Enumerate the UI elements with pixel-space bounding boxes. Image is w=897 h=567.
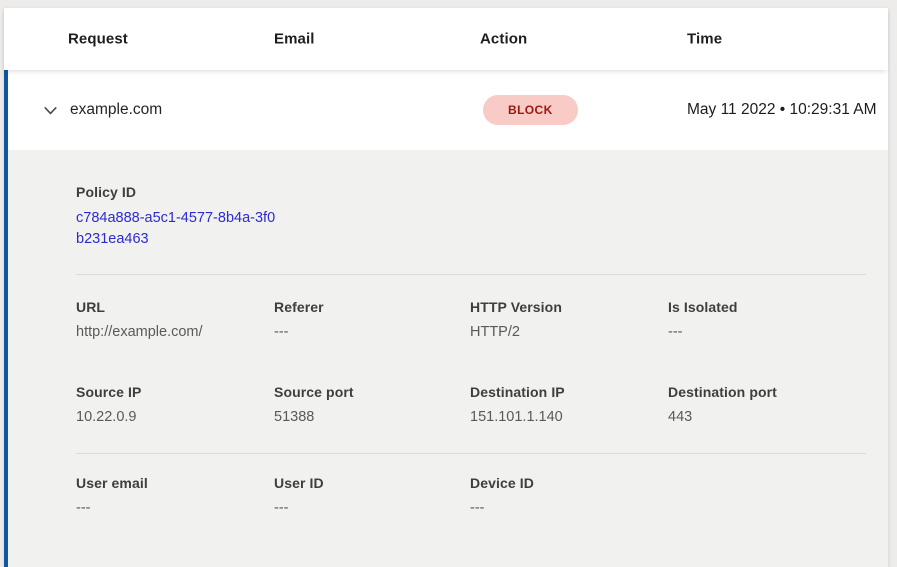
field-user-email-value: --- — [76, 500, 274, 516]
field-device-id: Device ID --- — [470, 475, 668, 516]
row-request-value: example.com — [70, 101, 162, 119]
policy-id-link[interactable]: c784a888-a5c1-4577-8b4a-3f0b231ea463 — [76, 208, 276, 250]
table-row[interactable]: example.com BLOCK May 11 2022 • 10:29:31… — [4, 70, 888, 150]
field-source-ip: Source IP 10.22.0.9 — [76, 384, 274, 425]
field-device-id-value: --- — [470, 500, 668, 516]
field-device-id-label: Device ID — [470, 475, 668, 491]
column-header-request: Request — [68, 31, 128, 48]
field-referer-label: Referer — [274, 299, 470, 315]
field-is-isolated-label: Is Isolated — [668, 299, 866, 315]
field-url: URL http://example.com/ — [76, 299, 274, 340]
row-details-panel: Policy ID c784a888-a5c1-4577-8b4a-3f0b23… — [4, 150, 888, 567]
field-user-email-label: User email — [76, 475, 274, 491]
field-url-value: http://example.com/ — [76, 324, 274, 340]
details-row-request-info: URL http://example.com/ Referer --- HTTP… — [76, 299, 866, 340]
field-http-version-value: HTTP/2 — [470, 324, 668, 340]
details-row-user-info: User email --- User ID --- Device ID --- — [76, 475, 866, 516]
row-time-value: May 11 2022 • 10:29:31 AM — [687, 98, 881, 122]
field-source-port-value: 51388 — [274, 409, 470, 425]
field-user-id-label: User ID — [274, 475, 470, 491]
section-divider — [76, 453, 866, 454]
details-row-network-info: Source IP 10.22.0.9 Source port 51388 De… — [76, 384, 866, 425]
gateway-activity-log-page: { "table": { "columns": [ { "label": "Re… — [0, 0, 897, 567]
field-is-isolated: Is Isolated --- — [668, 299, 866, 340]
field-destination-ip-label: Destination IP — [470, 384, 668, 400]
field-user-id: User ID --- — [274, 475, 470, 516]
field-source-port: Source port 51388 — [274, 384, 470, 425]
policy-id-label: Policy ID — [76, 184, 866, 200]
field-user-email: User email --- — [76, 475, 274, 516]
chevron-down-icon — [42, 102, 59, 119]
table-header: Request Email Action Time — [4, 8, 888, 70]
field-source-ip-value: 10.22.0.9 — [76, 409, 274, 425]
action-block-badge: BLOCK — [483, 95, 578, 125]
field-destination-port-value: 443 — [668, 409, 866, 425]
column-header-action: Action — [480, 31, 527, 48]
field-url-label: URL — [76, 299, 274, 315]
field-destination-ip: Destination IP 151.101.1.140 — [470, 384, 668, 425]
log-table-card: Request Email Action Time example.com BL… — [4, 8, 888, 567]
field-empty — [668, 475, 866, 516]
field-http-version-label: HTTP Version — [470, 299, 668, 315]
field-http-version: HTTP Version HTTP/2 — [470, 299, 668, 340]
field-destination-port: Destination port 443 — [668, 384, 866, 425]
policy-section: Policy ID c784a888-a5c1-4577-8b4a-3f0b23… — [76, 184, 866, 250]
section-divider — [76, 274, 866, 275]
column-header-email: Email — [274, 31, 315, 48]
field-source-ip-label: Source IP — [76, 384, 274, 400]
field-user-id-value: --- — [274, 500, 470, 516]
field-is-isolated-value: --- — [668, 324, 866, 340]
field-referer: Referer --- — [274, 299, 470, 340]
field-source-port-label: Source port — [274, 384, 470, 400]
collapse-row-button[interactable] — [38, 98, 62, 122]
field-referer-value: --- — [274, 324, 470, 340]
field-destination-port-label: Destination port — [668, 384, 866, 400]
column-header-time: Time — [687, 31, 722, 48]
field-destination-ip-value: 151.101.1.140 — [470, 409, 668, 425]
